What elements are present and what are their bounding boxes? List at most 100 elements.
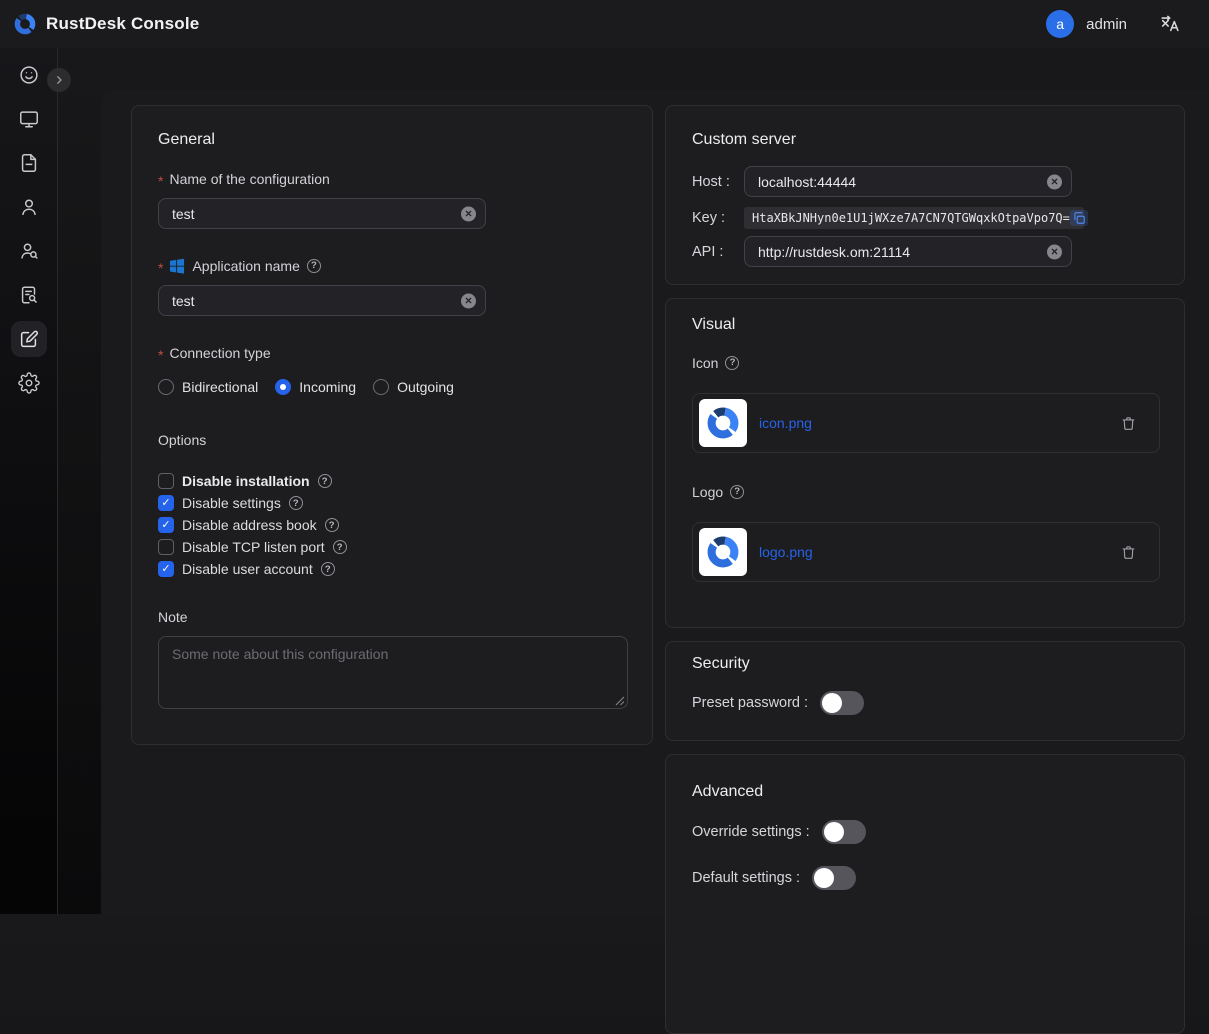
icon-thumbnail (699, 399, 747, 447)
user-avatar[interactable]: a (1046, 10, 1074, 38)
app-title: RustDesk Console (46, 14, 199, 34)
preset-password-label: Preset password : (692, 695, 808, 711)
clear-icon[interactable] (461, 293, 476, 308)
card-visual-title: Visual (692, 315, 1158, 334)
option-disable-user-account[interactable]: Disable user account (158, 561, 626, 577)
checkbox-checked-icon[interactable] (158, 561, 174, 577)
card-custom-server-title: Custom server (692, 130, 1158, 149)
checkbox-unchecked-icon[interactable] (158, 539, 174, 555)
help-icon[interactable] (307, 259, 321, 273)
checkbox-checked-icon[interactable] (158, 495, 174, 511)
toggle-knob (822, 693, 842, 713)
connection-type-label: Connection type (158, 344, 626, 362)
option-disable-settings[interactable]: Disable settings (158, 495, 626, 511)
logo-thumbnail (699, 528, 747, 576)
rustdesk-logo-icon (13, 12, 37, 36)
host-label: Host : (692, 174, 744, 190)
sidebar (0, 48, 58, 914)
trash-icon[interactable] (1120, 415, 1137, 432)
option-disable-tcp-listen-port[interactable]: Disable TCP listen port (158, 539, 626, 555)
sidebar-item-user-icon[interactable] (11, 189, 47, 225)
sidebar-item-audit-log-icon[interactable] (11, 277, 47, 313)
help-icon[interactable] (333, 540, 347, 554)
card-advanced-title: Advanced (692, 782, 1158, 801)
windows-logo-icon (169, 258, 185, 274)
icon-file-link[interactable]: icon.png (759, 415, 812, 431)
card-visual: Visual Icon icon.png Logo logo.png (665, 298, 1185, 628)
sidebar-item-edit-icon[interactable] (11, 321, 47, 357)
key-row: Key : HtaXBkJNHyn0e1U1jWXze7A7CN7QTGWqxk… (692, 207, 1158, 229)
logo-file-link[interactable]: logo.png (759, 544, 813, 560)
trash-icon[interactable] (1120, 544, 1137, 561)
application-name-field (158, 285, 486, 316)
user-name[interactable]: admin (1086, 16, 1127, 33)
radio-selected-icon[interactable] (275, 379, 291, 395)
application-name-input[interactable] (158, 285, 486, 316)
override-settings-row: Override settings : (692, 820, 1158, 844)
key-value: HtaXBkJNHyn0e1U1jWXze7A7CN7QTGWqxkOtpaVp… (752, 211, 1070, 225)
connection-type-group: Bidirectional Incoming Outgoing (158, 376, 626, 398)
default-settings-row: Default settings : (692, 866, 1158, 890)
option-disable-installation[interactable]: Disable installation (158, 473, 626, 489)
logo-upload-box: logo.png (692, 522, 1160, 582)
api-row: API : (692, 236, 1158, 267)
sidebar-item-monitor-icon[interactable] (11, 101, 47, 137)
options-label: Options (158, 431, 626, 449)
name-config-field (158, 198, 486, 229)
radio-outgoing[interactable]: Outgoing (373, 379, 454, 395)
note-field (158, 636, 628, 709)
key-label: Key : (692, 210, 744, 226)
chevron-right-icon (53, 74, 65, 86)
override-settings-toggle[interactable] (822, 820, 866, 844)
main-content: General Name of the configuration Applic… (101, 90, 1209, 914)
clear-icon[interactable] (461, 206, 476, 221)
help-icon[interactable] (730, 485, 744, 499)
toggle-knob (814, 868, 834, 888)
radio-icon[interactable] (158, 379, 174, 395)
api-input[interactable] (744, 236, 1072, 267)
radio-incoming[interactable]: Incoming (275, 379, 356, 395)
radio-icon[interactable] (373, 379, 389, 395)
logo-label: Logo (692, 483, 1158, 501)
key-value-chip: HtaXBkJNHyn0e1U1jWXze7A7CN7QTGWqxkOtpaVp… (744, 207, 1084, 229)
card-custom-server: Custom server Host : Key : HtaXBkJNHyn0e… (665, 105, 1185, 285)
sidebar-item-smiley-icon[interactable] (11, 57, 47, 93)
sidebar-item-document-icon[interactable] (11, 145, 47, 181)
help-icon[interactable] (318, 474, 332, 488)
name-config-input[interactable] (158, 198, 486, 229)
host-input[interactable] (744, 166, 1072, 197)
clear-icon[interactable] (1047, 244, 1062, 259)
translate-icon[interactable] (1159, 13, 1181, 35)
host-row: Host : (692, 166, 1158, 197)
help-icon[interactable] (325, 518, 339, 532)
help-icon[interactable] (289, 496, 303, 510)
option-disable-address-book[interactable]: Disable address book (158, 517, 626, 533)
sidebar-collapse-button[interactable] (47, 68, 71, 92)
sidebar-item-user-search-icon[interactable] (11, 233, 47, 269)
help-icon[interactable] (321, 562, 335, 576)
preset-password-toggle[interactable] (820, 691, 864, 715)
api-field (744, 236, 1072, 267)
checkbox-checked-icon[interactable] (158, 517, 174, 533)
icon-upload-box: icon.png (692, 393, 1160, 453)
application-name-label: Application name (158, 257, 626, 275)
brand: RustDesk Console (13, 12, 199, 36)
radio-bidirectional[interactable]: Bidirectional (158, 379, 258, 395)
override-settings-label: Override settings : (692, 824, 810, 840)
card-general-title: General (158, 130, 626, 149)
clear-icon[interactable] (1047, 174, 1062, 189)
note-label: Note (158, 608, 626, 626)
default-settings-toggle[interactable] (812, 866, 856, 890)
sidebar-item-settings-icon[interactable] (11, 365, 47, 401)
api-label: API : (692, 244, 744, 260)
app-header: RustDesk Console a admin (0, 0, 1209, 48)
default-settings-label: Default settings : (692, 870, 800, 886)
help-icon[interactable] (725, 356, 739, 370)
name-config-label: Name of the configuration (158, 170, 626, 188)
copy-icon[interactable] (1070, 210, 1088, 226)
icon-label: Icon (692, 354, 1158, 372)
checkbox-unchecked-icon[interactable] (158, 473, 174, 489)
note-textarea[interactable] (158, 636, 628, 709)
card-security-title: Security (692, 654, 1158, 673)
host-field (744, 166, 1072, 197)
